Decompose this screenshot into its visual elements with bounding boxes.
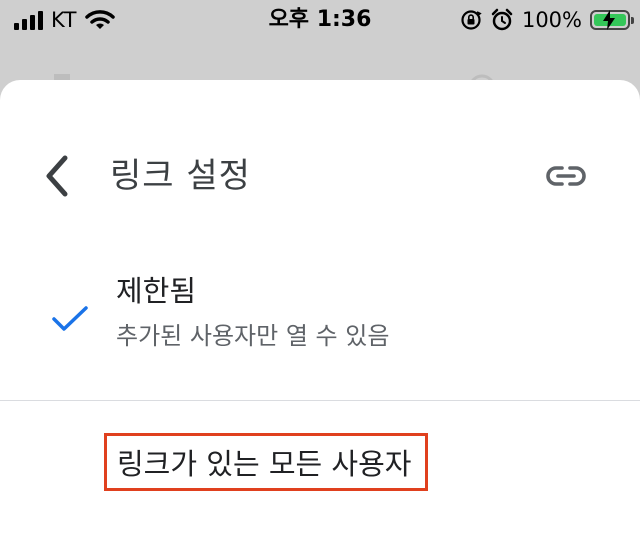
status-right: 100% (460, 6, 634, 34)
option-restricted-description: 추가된 사용자만 열 수 있음 (116, 322, 390, 350)
chevron-left-icon (46, 155, 68, 197)
option-restricted-title: 제한됨 (116, 274, 197, 308)
check-icon (52, 306, 88, 331)
battery-percent: 100% (521, 8, 582, 32)
link-icon (546, 166, 586, 186)
alarm-icon (491, 8, 513, 31)
divider (0, 400, 640, 401)
page-title: 링크 설정 (110, 156, 251, 196)
link-settings-sheet: 링크 설정 제한됨 추가된 사용자만 열 수 있음 링크가 있는 모든 사용자 (0, 80, 640, 550)
back-button[interactable] (34, 150, 78, 202)
option-anyone-with-link-label: 링크가 있는 모든 사용자 (117, 447, 412, 481)
option-restricted[interactable]: 제한됨 추가된 사용자만 열 수 있음 (0, 260, 640, 370)
link-button[interactable] (540, 158, 592, 194)
option-anyone-with-link[interactable]: 링크가 있는 모든 사용자 (104, 433, 428, 491)
orientation-lock-icon (461, 10, 482, 30)
battery-icon (590, 10, 634, 30)
status-bar: KT 오후 1:36 100% (0, 0, 640, 40)
